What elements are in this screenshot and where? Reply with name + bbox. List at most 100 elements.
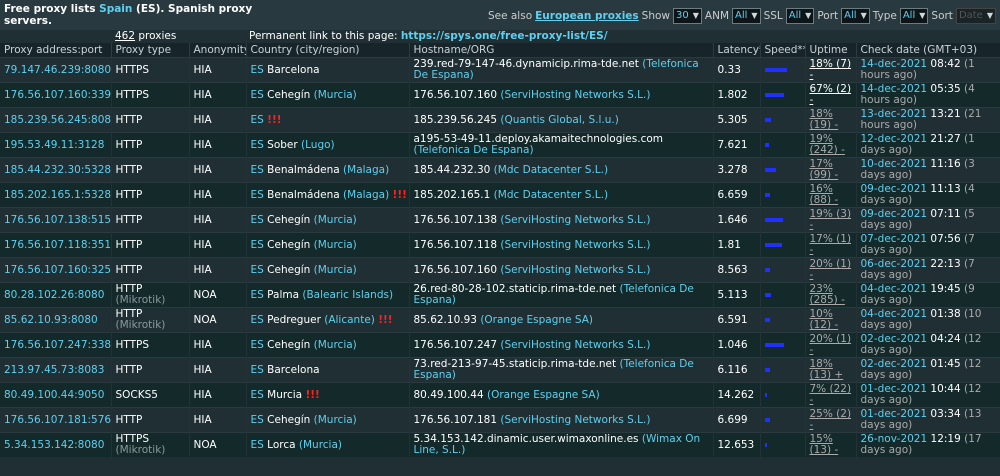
speed	[760, 307, 806, 333]
port-select[interactable]: All ▼	[841, 8, 870, 24]
check-date: 14-dec-2021 05:35 (4 hours ago)	[856, 82, 1000, 108]
table-row: 195.53.49.11:3128 HTTP HIA ES Sober (Lugo)…	[0, 132, 1000, 158]
uptime[interactable]: 20% (1) -	[805, 257, 857, 283]
european-proxies-link[interactable]: European proxies	[535, 10, 639, 22]
latency: 14.262	[713, 382, 761, 408]
latency: 5.113	[713, 282, 761, 308]
uptime[interactable]: 25% (2) -	[805, 407, 857, 433]
table-row: 79.147.46.239:8080 HTTPS HIA ES Barcelona …	[0, 57, 1000, 83]
uptime[interactable]: 15% (13) -	[805, 432, 857, 457]
proxy-address[interactable]: 185.44.232.30:53281	[0, 157, 112, 183]
latency: 1.646	[713, 207, 761, 233]
country-link[interactable]: Spain	[99, 3, 132, 15]
speed	[760, 82, 806, 108]
check-date: 10-dec-2021 11:16 (3 days ago)	[856, 157, 1000, 183]
ssl-select[interactable]: All ▼	[785, 8, 815, 24]
speed	[760, 182, 806, 208]
table-row: 185.44.232.30:53281 HTTP HIA ES Benalmáden…	[0, 157, 1000, 183]
speed-bar	[764, 392, 767, 397]
proxy-address[interactable]: 5.34.153.142:8080	[0, 432, 112, 457]
uptime[interactable]: 7% (22) -	[805, 382, 857, 408]
country-city: ES Barcelona	[246, 357, 410, 383]
speed-bar	[764, 142, 769, 147]
anm-select[interactable]: All ▼	[732, 8, 761, 24]
proxy-type: HTTPS (Mikrotik)	[111, 432, 190, 457]
anonymity: HIA	[189, 407, 247, 433]
table-row: 213.97.45.73:8083 HTTP HIA ES Barcelona 73…	[0, 357, 1000, 383]
check-date: 01-dec-2021 10:44 (12 days ago)	[856, 382, 1000, 408]
chevron-down-icon: ▼	[986, 11, 993, 20]
speed	[760, 332, 806, 358]
col-anonymity: Anonymity*	[189, 43, 247, 58]
table-row: 80.28.102.26:8080 HTTP (Mikrotik) NOA ES Pa…	[0, 282, 1000, 308]
chevron-down-icon: ▼	[919, 11, 926, 20]
proxy-address[interactable]: 176.56.107.181:57628	[0, 407, 112, 433]
hostname-org: 185.239.56.245 (Quantis Global, S.l.u.)	[409, 107, 714, 133]
speed-bar	[764, 67, 787, 72]
top-header: Free proxy lists Spain (ES). Spanish pro…	[0, 0, 1000, 30]
speed-bar	[764, 292, 771, 297]
proxy-address[interactable]: 80.49.100.44:9050	[0, 382, 112, 408]
proxy-type: HTTP	[111, 107, 190, 133]
proxy-type: SOCKS5	[111, 382, 190, 408]
speed	[760, 407, 806, 433]
check-date: 04-dec-2021 01:38 (10 days ago)	[856, 307, 1000, 333]
col-check-date: Check date (GMT+03)	[856, 43, 1000, 58]
proxy-address[interactable]: 195.53.49.11:3128	[0, 132, 112, 158]
type-label: Type	[872, 10, 897, 22]
proxy-type: HTTP	[111, 157, 190, 183]
see-also-label: See also	[487, 10, 533, 22]
proxy-type: HTTP	[111, 132, 190, 158]
anonymity: HIA	[189, 207, 247, 233]
hostname-org: 26.red-80-28-102.staticip.rima-tde.net (…	[409, 282, 714, 308]
proxy-type: HTTP	[111, 182, 190, 208]
uptime[interactable]: 23% (285) -	[805, 282, 857, 308]
proxy-type: HTTPS	[111, 57, 190, 83]
speed-bar	[764, 92, 784, 97]
proxy-address[interactable]: 85.62.10.93:8080	[0, 307, 112, 333]
table-row: 176.56.107.160:33911HTTPS HIAES Cehegín …	[0, 82, 1000, 108]
warning-mark: !!!	[267, 113, 282, 126]
sort-select[interactable]: Date ▼	[955, 8, 996, 24]
proxy-type: HTTP	[111, 357, 190, 383]
uptime[interactable]: 10% (12) -	[805, 307, 857, 333]
proxy-address[interactable]: 176.56.107.118:35186	[0, 232, 112, 258]
table-header: Proxy address:port Proxy type Anonymity*…	[0, 43, 1000, 58]
country-city: ES Benalmádena (Malaga) !!!	[246, 182, 410, 208]
proxy-address[interactable]: 176.56.107.247:33831	[0, 332, 112, 358]
uptime[interactable]: 20% (1) -	[805, 332, 857, 358]
show-select[interactable]: 30 ▼	[673, 8, 702, 24]
country-city: ES Lorca (Murcia)	[246, 432, 410, 457]
uptime[interactable]: 19% (242) -	[805, 132, 857, 158]
speed	[760, 382, 806, 408]
proxy-address[interactable]: 80.28.102.26:8080	[0, 282, 112, 308]
table-row: 5.34.153.142:8080 HTTPS (Mikrotik) NOA ES L…	[0, 432, 1000, 457]
uptime[interactable]: 67% (2) -	[805, 82, 857, 108]
uptime[interactable]: 16% (88) -	[805, 182, 857, 208]
proxy-address[interactable]: 176.56.107.138:51528	[0, 207, 112, 233]
speed	[760, 357, 806, 383]
proxy-address[interactable]: 79.147.46.239:8080	[0, 57, 112, 83]
table-row: 176.56.107.181:57628HTTP HIAES Cehegín (…	[0, 407, 1000, 433]
anonymity: HIA	[189, 157, 247, 183]
proxy-type: HTTP (Mikrotik)	[111, 307, 190, 333]
table-row: 80.49.100.44:9050 SOCKS5 HIA ES Murcia !!!…	[0, 382, 1000, 408]
type-select[interactable]: All ▼	[899, 8, 929, 24]
hostname-org: 176.56.107.160 (ServiHosting Networks S.…	[409, 82, 714, 108]
uptime[interactable]: 18% (19) -	[805, 107, 857, 133]
proxy-address[interactable]: 185.239.56.245:8083	[0, 107, 112, 133]
uptime[interactable]: 17% (99) -	[805, 157, 857, 183]
speed-bar	[764, 217, 783, 222]
permalink-url[interactable]: https://spys.one/free-proxy-list/ES/	[401, 30, 608, 42]
uptime[interactable]: 17% (1) -	[805, 232, 857, 258]
uptime[interactable]: 19% (3) -	[805, 207, 857, 233]
uptime[interactable]: 18% (13) +	[805, 357, 857, 383]
proxy-address[interactable]: 213.97.45.73:8083	[0, 357, 112, 383]
speed-bar	[764, 367, 770, 372]
proxy-address[interactable]: 176.56.107.160:33911	[0, 82, 112, 108]
proxy-address[interactable]: 185.202.165.1:53281	[0, 182, 112, 208]
speed	[760, 157, 806, 183]
proxy-type: HTTPS	[111, 332, 190, 358]
proxy-address[interactable]: 176.56.107.160:32585	[0, 257, 112, 283]
uptime[interactable]: 18% (7) -	[805, 57, 857, 83]
